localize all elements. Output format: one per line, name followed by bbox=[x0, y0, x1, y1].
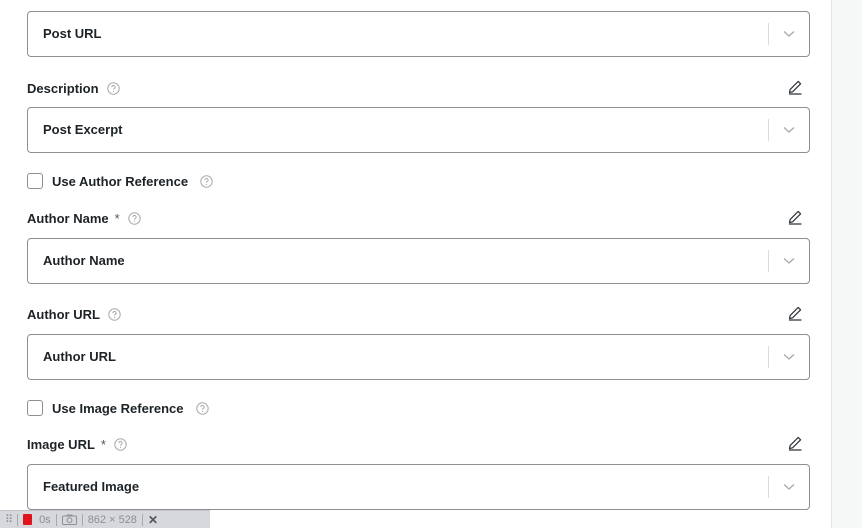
image-url-select-value: Featured Image bbox=[43, 479, 140, 494]
timer-display: 0s bbox=[37, 511, 56, 528]
chevron-down-icon[interactable] bbox=[783, 30, 795, 38]
description-label-text: Description bbox=[27, 80, 99, 96]
select-separator bbox=[768, 346, 769, 368]
help-icon[interactable] bbox=[127, 211, 141, 225]
select-separator bbox=[768, 250, 769, 272]
close-button[interactable]: ✕ bbox=[143, 511, 163, 528]
help-icon[interactable] bbox=[114, 437, 127, 451]
edit-pencil-icon[interactable] bbox=[787, 305, 803, 321]
help-icon[interactable] bbox=[200, 174, 213, 188]
record-button[interactable] bbox=[18, 511, 37, 528]
right-sidebar-strip bbox=[832, 0, 862, 528]
recorder-toolbar: ⠿ 0s 862 × 528 ✕ bbox=[0, 510, 210, 528]
select-separator bbox=[768, 119, 769, 141]
use-author-reference-checkbox[interactable] bbox=[27, 173, 43, 189]
post-url-select-value: Post URL bbox=[43, 26, 102, 41]
close-icon: ✕ bbox=[147, 512, 158, 527]
use-author-reference-row: Use Author Reference bbox=[27, 172, 213, 190]
image-url-select[interactable]: Featured Image bbox=[27, 464, 810, 510]
edit-pencil-icon[interactable] bbox=[787, 79, 803, 95]
timer-text: 0s bbox=[39, 513, 51, 526]
image-url-label-text: Image URL bbox=[27, 436, 95, 452]
post-url-select[interactable]: Post URL bbox=[27, 11, 810, 57]
camera-icon bbox=[61, 514, 77, 525]
description-label: Description bbox=[27, 80, 120, 96]
chevron-down-icon[interactable] bbox=[783, 126, 795, 134]
select-separator bbox=[768, 476, 769, 498]
settings-panel: Post URL Description Post Excerpt Use Au… bbox=[0, 0, 832, 528]
screenshot-button[interactable] bbox=[57, 511, 82, 528]
author-url-label-text: Author URL bbox=[27, 306, 100, 322]
description-select[interactable]: Post Excerpt bbox=[27, 107, 810, 153]
edit-pencil-icon[interactable] bbox=[787, 209, 803, 225]
author-name-label: Author Name * bbox=[27, 210, 141, 226]
use-image-reference-label: Use Image Reference bbox=[52, 400, 184, 416]
use-author-reference-label: Use Author Reference bbox=[52, 173, 189, 189]
chevron-down-icon[interactable] bbox=[783, 353, 795, 361]
image-url-label: Image URL * bbox=[27, 436, 127, 452]
chevron-down-icon[interactable] bbox=[783, 257, 795, 265]
required-mark: * bbox=[114, 210, 120, 226]
drag-handle[interactable]: ⠿ bbox=[0, 511, 17, 528]
author-url-select-value: Author URL bbox=[43, 349, 116, 364]
help-icon[interactable] bbox=[108, 307, 121, 321]
description-select-value: Post Excerpt bbox=[43, 122, 123, 137]
author-url-select[interactable]: Author URL bbox=[27, 334, 810, 380]
grip-icon: ⠿ bbox=[5, 514, 13, 526]
help-icon[interactable] bbox=[195, 401, 209, 415]
author-name-label-text: Author Name bbox=[27, 210, 109, 226]
use-image-reference-row: Use Image Reference bbox=[27, 399, 209, 417]
use-image-reference-checkbox[interactable] bbox=[27, 400, 43, 416]
help-icon[interactable] bbox=[106, 81, 120, 95]
author-name-select-value: Author Name bbox=[43, 253, 125, 268]
dimensions-text: 862 × 528 bbox=[87, 513, 137, 526]
record-icon bbox=[23, 514, 33, 525]
author-name-select[interactable]: Author Name bbox=[27, 238, 810, 284]
select-separator bbox=[768, 23, 769, 45]
dimensions-display: 862 × 528 bbox=[83, 511, 142, 528]
chevron-down-icon[interactable] bbox=[783, 483, 795, 491]
author-url-label: Author URL bbox=[27, 306, 121, 322]
edit-pencil-icon[interactable] bbox=[787, 435, 803, 451]
required-mark: * bbox=[100, 436, 106, 452]
